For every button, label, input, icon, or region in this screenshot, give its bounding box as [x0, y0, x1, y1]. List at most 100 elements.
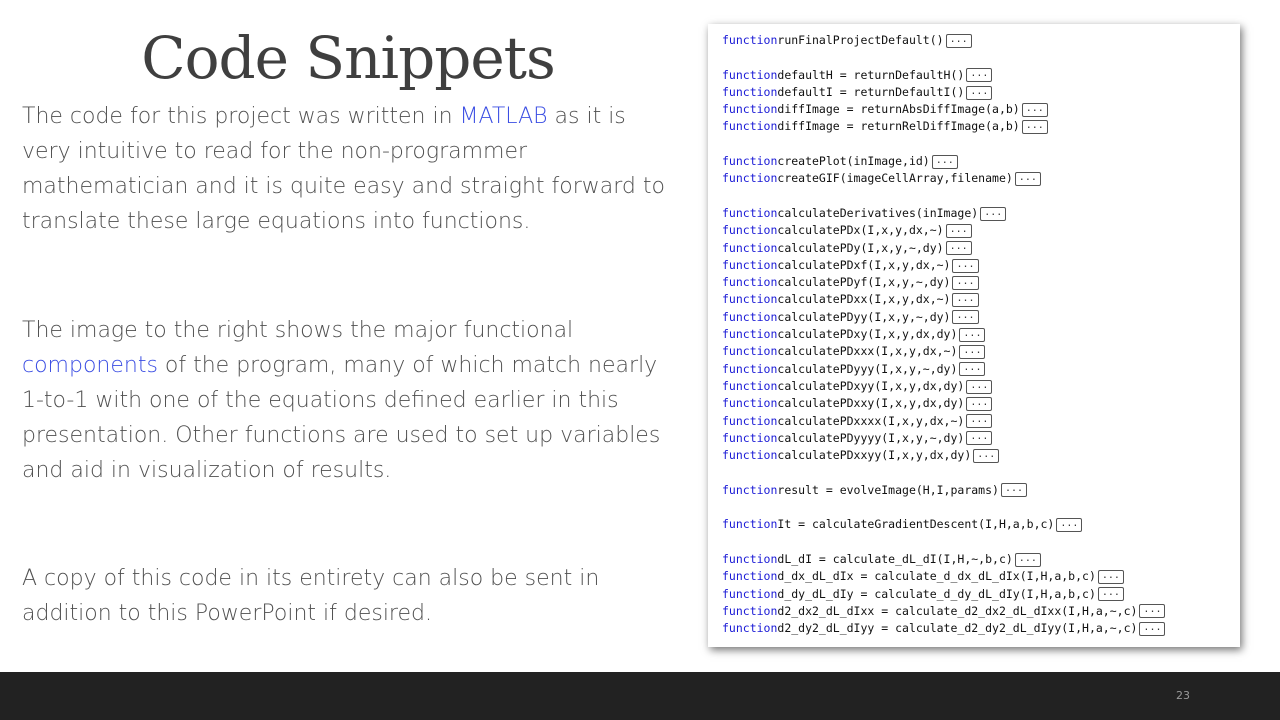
code-line: function createPlot(inImage,id)... — [722, 153, 1234, 170]
function-signature: calculatePDxxx(I,x,y,dx,~) — [777, 344, 958, 359]
function-signature: calculatePDy(I,x,y,~,dy) — [777, 240, 944, 255]
function-keyword: function — [722, 205, 778, 220]
fold-button[interactable]: ... — [1014, 552, 1041, 567]
fold-button[interactable]: ... — [952, 293, 979, 308]
code-line: function diffImage = returnRelDiffImage(… — [722, 118, 1234, 135]
fold-button[interactable]: ... — [952, 258, 979, 273]
function-keyword: function — [722, 33, 778, 47]
function-keyword: function — [722, 240, 778, 255]
fold-button[interactable]: ... — [952, 310, 979, 325]
function-signature: defaultH = returnDefaultH() — [777, 67, 965, 82]
code-line: function calculatePDy(I,x,y,~,dy)... — [722, 240, 1234, 257]
fold-button[interactable]: ... — [980, 206, 1007, 221]
function-keyword: function — [722, 517, 778, 532]
function-keyword: function — [722, 448, 778, 463]
function-signature: calculatePDxy(I,x,y,dx,dy) — [777, 327, 958, 342]
fold-button[interactable]: ... — [945, 223, 972, 238]
code-line: function d_dy_dL_dIy = calculate_d_dy_dL… — [722, 586, 1234, 603]
function-signature: calculatePDx(I,x,y,dx,~) — [777, 223, 944, 238]
code-line: function d_dx_dL_dIx = calculate_d_dx_dL… — [722, 568, 1234, 585]
function-keyword: function — [722, 361, 778, 376]
function-keyword: function — [722, 309, 778, 324]
code-line: function defaultI = returnDefaultI()... — [722, 84, 1234, 101]
function-signature: calculatePDyyy(I,x,y,~,dy) — [777, 361, 958, 376]
code-line: function calculatePDyyy(I,x,y,~,dy)... — [722, 361, 1234, 378]
function-signature: d_dy_dL_dIy = calculate_d_dy_dL_dIy(I,H,… — [777, 586, 1096, 601]
fold-button[interactable]: ... — [966, 431, 993, 446]
code-line: function d2_dy2_dL_dIyy = calculate_d2_d… — [722, 620, 1234, 637]
code-line: function calculatePDxy(I,x,y,dx,dy)... — [722, 326, 1234, 343]
fold-button[interactable]: ... — [1056, 517, 1083, 532]
fold-button[interactable]: ... — [959, 344, 986, 359]
fold-button[interactable]: ... — [945, 33, 972, 48]
code-line: function d2_dx2_dL_dIxx = calculate_d2_d… — [722, 603, 1234, 620]
function-signature: result = evolveImage(H,I,params) — [777, 482, 999, 497]
function-keyword: function — [722, 551, 778, 566]
function-keyword: function — [722, 482, 778, 497]
function-signature: defaultI = returnDefaultI() — [777, 84, 965, 99]
components-paragraph: The image to the right shows the major f… — [22, 313, 672, 488]
function-signature: diffImage = returnAbsDiffImage(a,b) — [777, 102, 1020, 117]
fold-button[interactable]: ... — [966, 414, 993, 429]
function-keyword: function — [722, 275, 778, 290]
slide-title: Code Snippets — [141, 24, 555, 92]
fold-button[interactable]: ... — [959, 327, 986, 342]
fold-button[interactable]: ... — [966, 396, 993, 411]
matlab-link[interactable]: MATLAB — [460, 104, 548, 129]
components-text-start: The image to the right shows the major f… — [22, 318, 574, 343]
function-keyword: function — [722, 84, 778, 99]
fold-button[interactable]: ... — [952, 275, 979, 290]
function-keyword: function — [722, 292, 778, 307]
fold-button[interactable]: ... — [1139, 604, 1166, 619]
function-keyword: function — [722, 171, 778, 186]
function-keyword: function — [722, 154, 778, 169]
code-line: function calculatePDyyyy(I,x,y,~,dy)... — [722, 430, 1234, 447]
function-keyword: function — [722, 413, 778, 428]
fold-button[interactable]: ... — [1139, 621, 1166, 636]
function-signature: createPlot(inImage,id) — [777, 154, 930, 169]
function-signature: d2_dx2_dL_dIxx = calculate_d2_dx2_dL_dIx… — [777, 603, 1138, 618]
code-line: function calculatePDxyy(I,x,y,dx,dy)... — [722, 378, 1234, 395]
fold-button[interactable]: ... — [959, 362, 986, 377]
code-line: function It = calculateGradientDescent(I… — [722, 516, 1234, 533]
function-keyword: function — [722, 396, 778, 411]
fold-button[interactable]: ... — [1097, 569, 1124, 584]
function-signature: It = calculateGradientDescent(I,H,a,b,c) — [777, 517, 1055, 532]
fold-button[interactable]: ... — [1021, 102, 1048, 117]
function-signature: calculatePDyyyy(I,x,y,~,dy) — [777, 430, 965, 445]
fold-button[interactable]: ... — [1021, 120, 1048, 135]
code-line: function calculatePDx(I,x,y,dx,~)... — [722, 222, 1234, 239]
function-keyword: function — [722, 569, 778, 584]
function-keyword: function — [722, 102, 778, 117]
function-keyword: function — [722, 119, 778, 134]
code-line: function calculatePDyy(I,x,y,~,dy)... — [722, 309, 1234, 326]
function-signature: runFinalProjectDefault() — [777, 33, 944, 47]
fold-button[interactable]: ... — [931, 154, 958, 169]
fold-button[interactable]: ... — [945, 241, 972, 256]
function-keyword: function — [722, 603, 778, 618]
components-link[interactable]: components — [22, 353, 158, 378]
slide-footer: 23 — [0, 672, 1280, 720]
function-signature: d_dx_dL_dIx = calculate_d_dx_dL_dIx(I,H,… — [777, 569, 1096, 584]
code-line: function defaultH = returnDefaultH()... — [722, 67, 1234, 84]
intro-text-start: The code for this project was written in — [22, 104, 460, 129]
function-signature: createGIF(imageCellArray,filename) — [777, 171, 1013, 186]
fold-button[interactable]: ... — [973, 448, 1000, 463]
fold-button[interactable]: ... — [1097, 587, 1124, 602]
fold-button[interactable]: ... — [1000, 483, 1028, 498]
code-screenshot: function runFinalProjectDefault()... func… — [708, 24, 1240, 647]
fold-button[interactable]: ... — [966, 85, 993, 100]
copy-paragraph: A copy of this code in its entirety can … — [22, 566, 600, 626]
fold-button[interactable]: ... — [966, 68, 993, 83]
function-keyword: function — [722, 430, 778, 445]
fold-button[interactable]: ... — [966, 379, 993, 394]
function-signature: calculatePDxf(I,x,y,dx,~) — [777, 257, 951, 272]
code-line: function calculatePDyf(I,x,y,~,dy)... — [722, 274, 1234, 291]
fold-button[interactable]: ... — [1014, 172, 1041, 187]
function-signature: calculatePDxxxx(I,x,y,dx,~) — [777, 413, 965, 428]
function-signature: calculatePDxxyy(I,x,y,dx,dy) — [777, 448, 972, 463]
